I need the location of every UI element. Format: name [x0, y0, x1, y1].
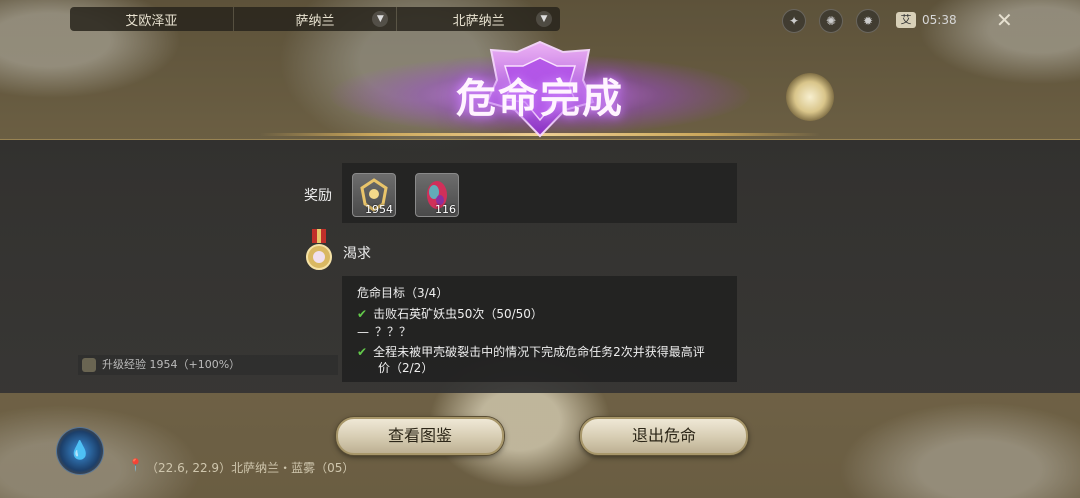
region-tab-bar: 艾欧泽亚 萨纳兰 ▼ 北萨纳兰 ▼: [70, 7, 560, 31]
chevron-down-icon[interactable]: ▼: [536, 11, 553, 27]
objective-item: ✔ 全程未被甲壳破裂击中的情况下完成危命任务2次并获得最高评: [357, 343, 705, 360]
objective-text: ？？？: [375, 325, 412, 339]
upgrade-exp: 升级经验 1954（+100%）: [78, 355, 338, 375]
region-tab-label: 萨纳兰: [295, 13, 335, 29]
character-badge: 艾: [896, 12, 916, 28]
check-icon: ✔: [357, 307, 368, 321]
exit-fate-button[interactable]: 退出危命: [580, 417, 748, 455]
reward-label: 奖励: [304, 188, 332, 204]
water-skill-icon[interactable]: 💧: [56, 427, 104, 475]
mission-name: 渴求: [343, 246, 371, 262]
clock-time: 05:38: [922, 13, 957, 27]
region-tab-thanalan[interactable]: 萨纳兰 ▼: [234, 7, 398, 31]
objective-item-continued: 价（2/2）: [378, 359, 433, 376]
dash-icon: —: [357, 325, 369, 339]
aetheryte-icon[interactable]: ✺: [819, 9, 843, 33]
region-tab-label: 艾欧泽亚: [125, 13, 178, 29]
objective-text: 击败石英矿妖虫50次（50/50）: [373, 307, 543, 321]
bottom-map-band: [0, 393, 1080, 498]
region-tab-eorzea[interactable]: 艾欧泽亚: [70, 7, 234, 31]
check-icon: ✔: [357, 345, 368, 359]
exp-icon: [82, 358, 96, 372]
medal-icon: [306, 229, 332, 270]
reward-item-gem[interactable]: 116: [415, 173, 459, 217]
reward-quantity: 1954: [365, 203, 393, 216]
moon-orb-icon: [786, 73, 834, 121]
region-tab-label: 北萨纳兰: [452, 13, 505, 29]
reward-item-gold-knot[interactable]: 1954: [352, 173, 396, 217]
upgrade-exp-text: 升级经验 1954（+100%）: [102, 358, 241, 371]
result-title: 危命完成: [456, 76, 624, 122]
location-pin-icon: 📍: [128, 458, 143, 472]
objective-item: — ？？？: [357, 323, 411, 340]
reward-box: [342, 163, 737, 223]
close-icon[interactable]: ✕: [996, 8, 1013, 32]
objective-text: 价（2/2）: [378, 361, 434, 375]
location-text: （22.6, 22.9）北萨纳兰・蓝雾（05）: [146, 461, 355, 475]
objective-item: ✔ 击败石英矿妖虫50次（50/50）: [357, 305, 543, 322]
reward-quantity: 116: [435, 203, 456, 216]
chevron-down-icon[interactable]: ▼: [372, 11, 389, 27]
objective-text: 全程未被甲壳破裂击中的情况下完成危命任务2次并获得最高评: [373, 345, 705, 359]
region-tab-northern-thanalan[interactable]: 北萨纳兰 ▼: [397, 7, 560, 31]
objective-header: 危命目标（3/4）: [357, 286, 449, 300]
view-collection-button[interactable]: 查看图鉴: [336, 417, 504, 455]
fate-icon[interactable]: ✹: [856, 9, 880, 33]
map-filter-icon[interactable]: ✦: [782, 9, 806, 33]
